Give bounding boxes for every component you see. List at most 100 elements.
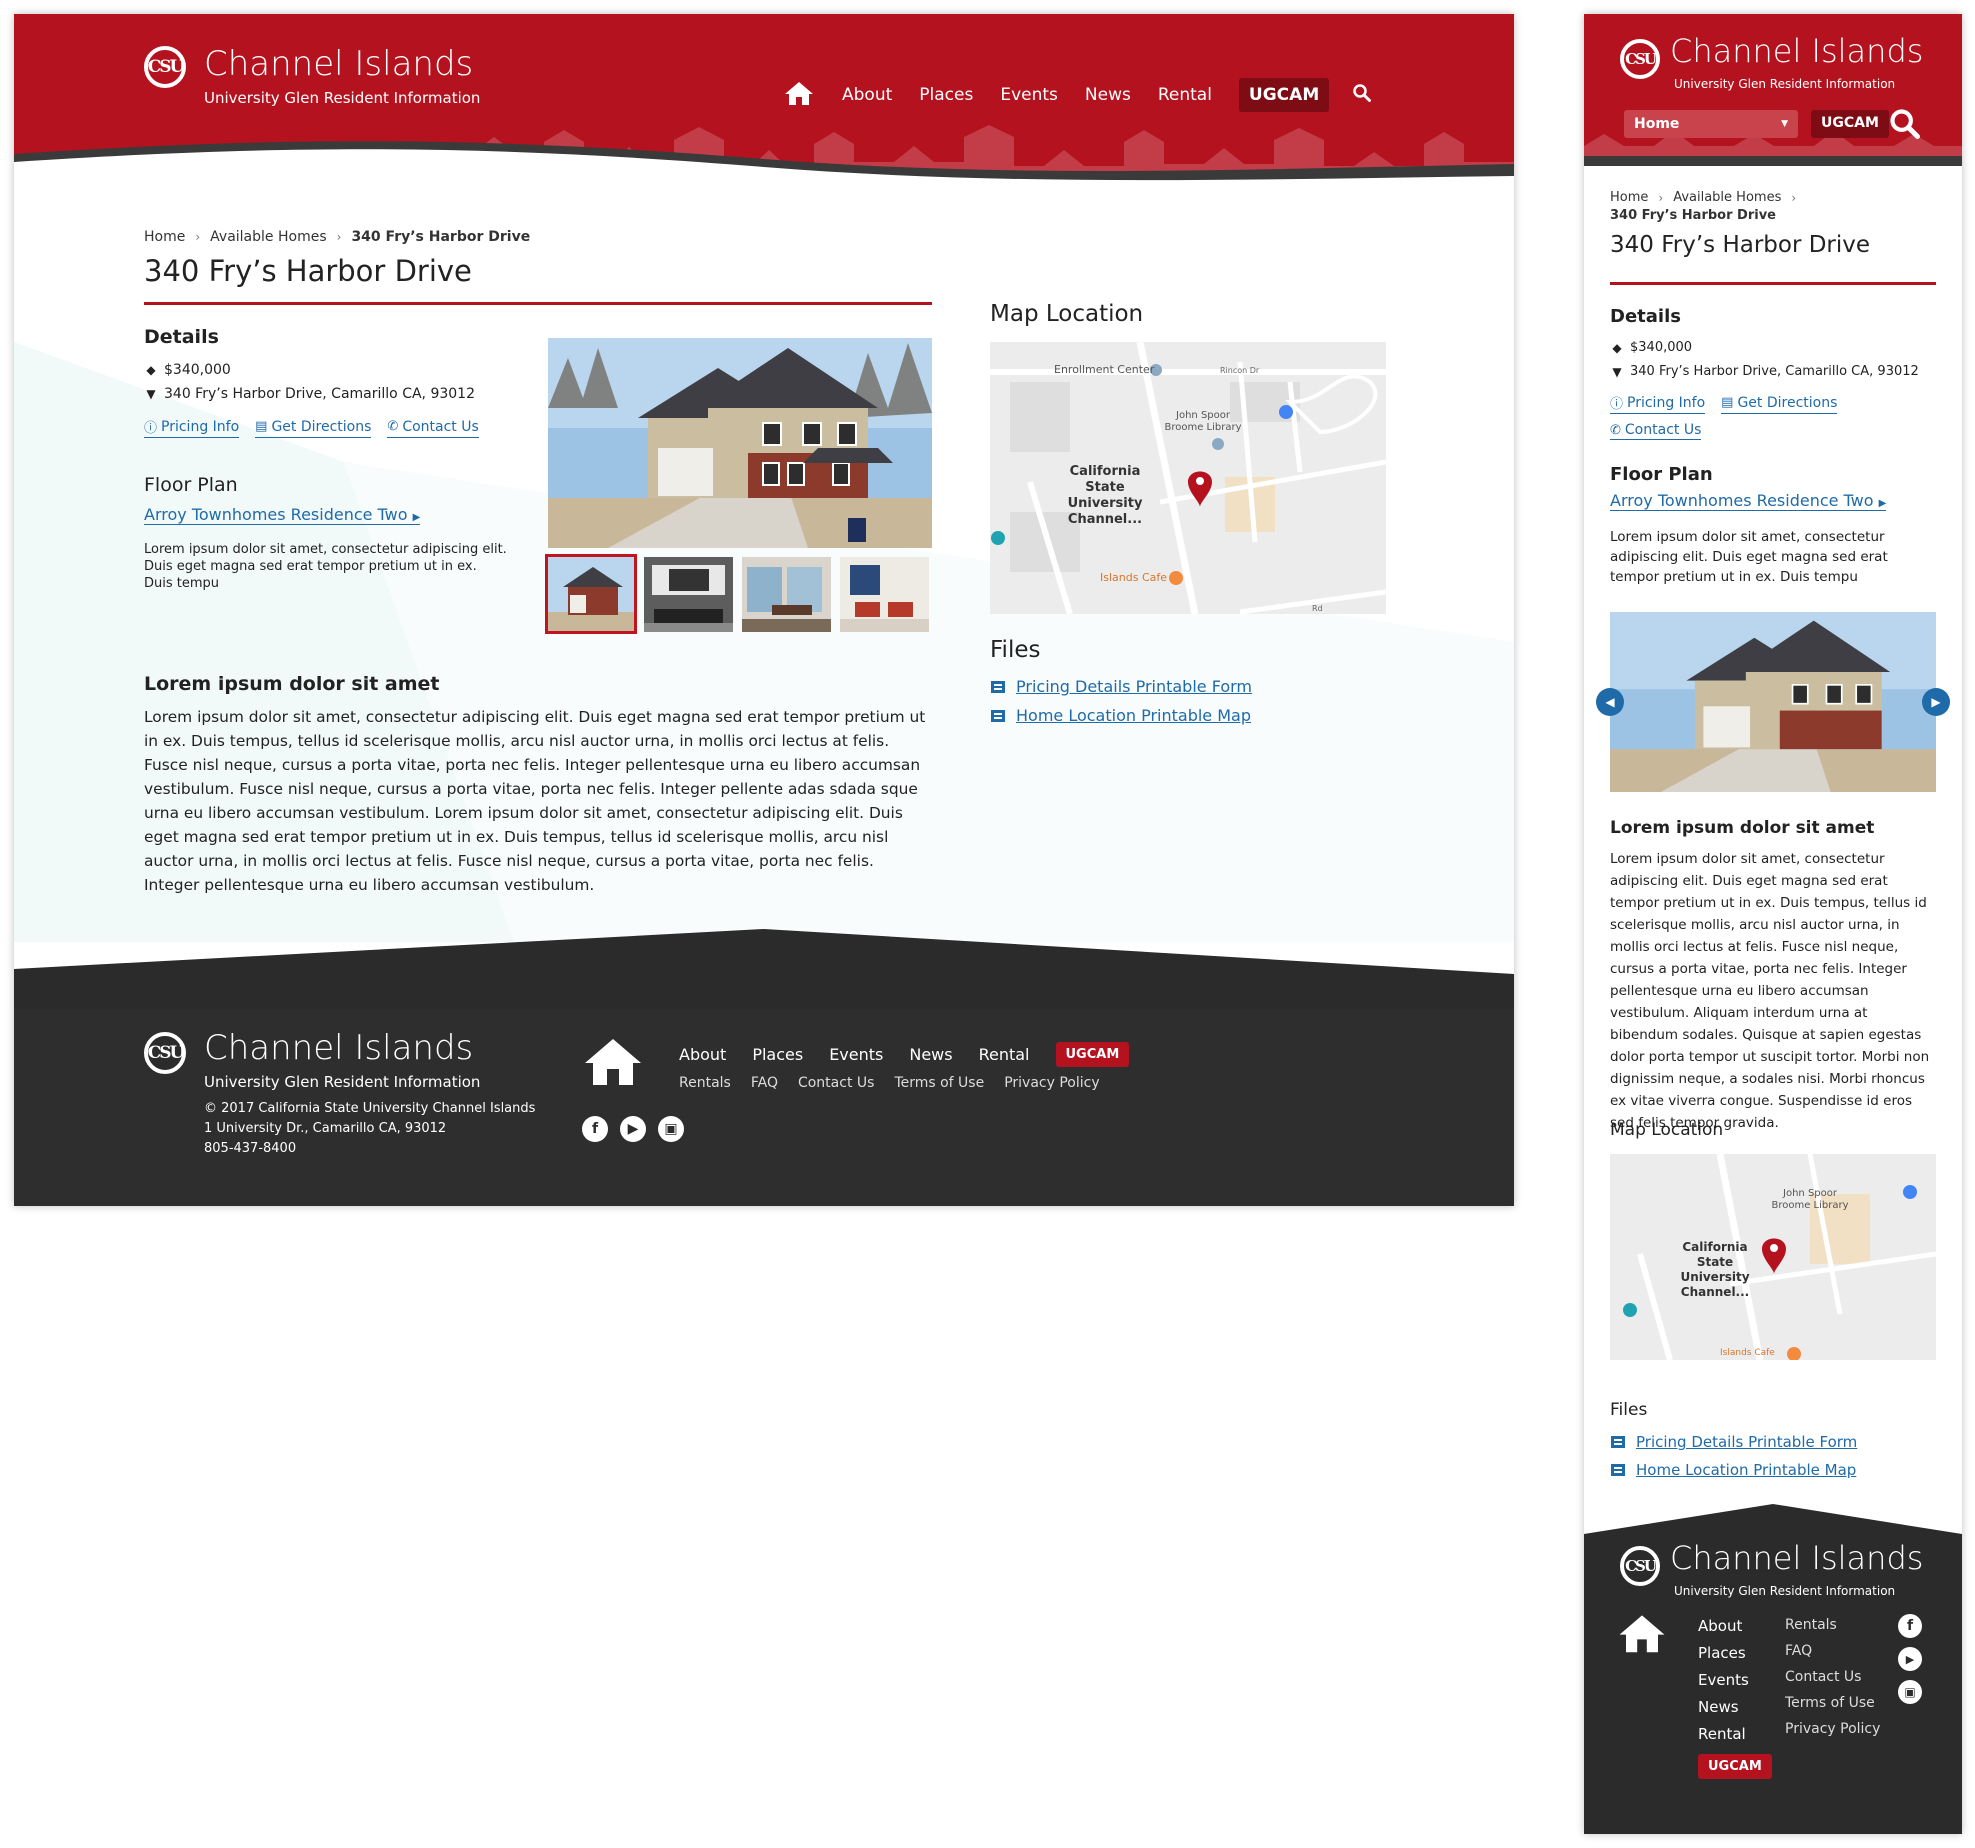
nav-events[interactable]: Events (1000, 85, 1058, 105)
nav-news[interactable]: News (1085, 85, 1131, 105)
footer-phone: 805-437-8400 (204, 1141, 297, 1156)
mobile-floor-plan-link[interactable]: Arroy Townhomes Residence Two ▶ (1610, 491, 1887, 511)
breadcrumb-available-homes[interactable]: Available Homes (210, 229, 326, 245)
carousel-next-button[interactable]: ▶ (1922, 688, 1950, 716)
footer-nav-about[interactable]: About (679, 1045, 726, 1064)
thumb-lounge-image (840, 557, 929, 632)
footer-link-contact[interactable]: Contact Us (798, 1075, 874, 1091)
home-location-file-link[interactable]: Home Location Printable Map (1016, 706, 1251, 725)
mobile-footer-ugcam-button[interactable]: UGCAM (1698, 1754, 1772, 1779)
mobile-search-icon[interactable] (1890, 109, 1920, 143)
mobile-footer-nav-rental[interactable]: Rental (1698, 1721, 1749, 1748)
get-directions-link[interactable]: ▤ Get Directions (255, 417, 372, 438)
nav-rental[interactable]: Rental (1158, 85, 1212, 105)
footer-csu-logo[interactable]: CSU (144, 1032, 186, 1074)
carousel-prev-button[interactable]: ◀ (1596, 688, 1624, 716)
ugcam-button[interactable]: UGCAM (1238, 78, 1330, 112)
gallery-thumb-3[interactable] (742, 557, 831, 632)
nav-places[interactable]: Places (919, 85, 973, 105)
mobile-pricing-info-link[interactable]: ⓘ Pricing Info (1610, 393, 1706, 414)
mobile-footer-brand-title: Channel Islands (1670, 1539, 1924, 1577)
mobile-footer-link-rentals[interactable]: Rentals (1785, 1612, 1880, 1638)
page-title: 340 Fry’s Harbor Drive (144, 254, 472, 288)
footer-ugcam-button[interactable]: UGCAM (1055, 1042, 1130, 1067)
footer-link-faq[interactable]: FAQ (751, 1075, 778, 1091)
chevron-right-icon: › (195, 230, 201, 244)
gallery-thumb-2[interactable] (644, 557, 733, 632)
footer-nav-events[interactable]: Events (829, 1045, 883, 1064)
mobile-footer-brand-subtitle: University Glen Resident Information (1674, 1584, 1896, 1598)
mobile-contact-us-link[interactable]: ✆ Contact Us (1610, 422, 1702, 440)
mobile-footer-link-privacy[interactable]: Privacy Policy (1785, 1716, 1880, 1742)
mobile-footer-nav-places[interactable]: Places (1698, 1640, 1749, 1667)
mobile-breadcrumb: Home › Available Homes › (1610, 190, 1806, 205)
map-label-enrollment: Enrollment Center (1054, 363, 1155, 376)
mobile-home-photo[interactable] (1610, 612, 1936, 792)
home-photo[interactable] (548, 338, 932, 548)
footer-logo-text: CSU (147, 1043, 185, 1063)
site-footer: CSU Channel Islands University Glen Resi… (14, 929, 1514, 1206)
footer-nav-news[interactable]: News (909, 1045, 952, 1064)
footer-link-privacy[interactable]: Privacy Policy (1004, 1075, 1099, 1091)
mobile-footer-subnav: Rentals FAQ Contact Us Terms of Use Priv… (1785, 1612, 1880, 1742)
gallery-thumb-1[interactable] (545, 554, 637, 634)
footer-nav-places[interactable]: Places (752, 1045, 803, 1064)
youtube-icon[interactable]: ▶ (620, 1116, 646, 1142)
gallery-thumb-4[interactable] (840, 557, 929, 632)
address-line: ▼ 340 Fry’s Harbor Drive, Camarillo CA, … (144, 386, 475, 402)
mobile-footer-nav-news[interactable]: News (1698, 1694, 1749, 1721)
mobile-nav-select[interactable]: Home ▼ (1624, 110, 1798, 138)
nav-about[interactable]: About (842, 85, 892, 105)
mobile-breadcrumb-home[interactable]: Home (1610, 190, 1648, 205)
mobile-instagram-icon[interactable]: ▣ (1898, 1680, 1922, 1704)
mobile-csu-logo[interactable]: CSU (1620, 39, 1660, 79)
brand-title[interactable]: Channel Islands (204, 44, 473, 84)
search-icon[interactable] (1353, 84, 1372, 106)
floor-plan-link-wrap: Arroy Townhomes Residence Two ▶ (144, 505, 421, 525)
mobile-map-image (1610, 1154, 1936, 1360)
mobile-price-value: $340,000 (1630, 340, 1693, 355)
mobile-get-directions-link[interactable]: ▤ Get Directions (1721, 393, 1838, 414)
mobile-breadcrumb-available-homes[interactable]: Available Homes (1673, 190, 1781, 205)
map-label-rincon: Rincon Dr (1220, 366, 1260, 375)
mobile-home-location-file-link[interactable]: Home Location Printable Map (1636, 1461, 1856, 1479)
footer-address: 1 University Dr., Camarillo CA, 93012 (204, 1121, 447, 1136)
mobile-footer-link-faq[interactable]: FAQ (1785, 1638, 1880, 1664)
document-icon (991, 680, 1005, 693)
map-label-cafe: Islands Cafe (1100, 571, 1168, 584)
mobile-footer-link-terms[interactable]: Terms of Use (1785, 1690, 1880, 1716)
pricing-info-link[interactable]: ⓘ Pricing Info (144, 417, 240, 438)
document-icon (1611, 1436, 1625, 1448)
mobile-footer-link-contact[interactable]: Contact Us (1785, 1664, 1880, 1690)
mobile-footer-nav-about[interactable]: About (1698, 1613, 1749, 1640)
mobile-ugcam-button[interactable]: UGCAM (1811, 110, 1889, 138)
mobile-brand-title[interactable]: Channel Islands (1670, 32, 1923, 70)
home-icon[interactable] (784, 80, 814, 110)
instagram-icon[interactable]: ▣ (658, 1116, 684, 1142)
mobile-brand-subtitle: University Glen Resident Information (1674, 77, 1896, 91)
map-location[interactable]: Enrollment Center John Spoor Broome Libr… (990, 342, 1386, 614)
footer-link-rentals[interactable]: Rentals (679, 1075, 731, 1091)
mobile-footer-home-icon[interactable] (1618, 1612, 1666, 1658)
footer-link-terms[interactable]: Terms of Use (894, 1075, 984, 1091)
mobile-youtube-icon[interactable]: ▶ (1898, 1647, 1922, 1671)
mobile-address-line: ▼ 340 Fry’s Harbor Drive, Camarillo CA, … (1610, 364, 1918, 379)
csu-logo[interactable]: CSU (144, 46, 186, 88)
pricing-details-file-link[interactable]: Pricing Details Printable Form (1016, 677, 1252, 696)
mobile-house-image (1610, 612, 1936, 792)
floor-plan-link[interactable]: Arroy Townhomes Residence Two ▶ (144, 505, 421, 525)
mobile-map-location[interactable]: John Spoor Broome Library California Sta… (1610, 1154, 1936, 1360)
mobile-facebook-icon[interactable]: f (1898, 1614, 1922, 1638)
mobile-files-heading: Files (1610, 1400, 1648, 1420)
mobile-map-label-cafe: Islands Cafe (1720, 1348, 1775, 1358)
facebook-icon[interactable]: f (582, 1116, 608, 1142)
contact-us-link[interactable]: ✆ Contact Us (387, 417, 479, 438)
mobile-footer-nav-events[interactable]: Events (1698, 1667, 1749, 1694)
mobile-pricing-info-label: Pricing Info (1627, 394, 1706, 411)
breadcrumb-home[interactable]: Home (144, 229, 185, 245)
map-label-rd: Rd (1312, 604, 1323, 613)
footer-home-icon[interactable] (582, 1035, 644, 1091)
mobile-footer-csu-logo[interactable]: CSU (1620, 1546, 1660, 1586)
footer-nav-rental[interactable]: Rental (979, 1045, 1030, 1064)
mobile-pricing-details-file-link[interactable]: Pricing Details Printable Form (1636, 1433, 1857, 1451)
